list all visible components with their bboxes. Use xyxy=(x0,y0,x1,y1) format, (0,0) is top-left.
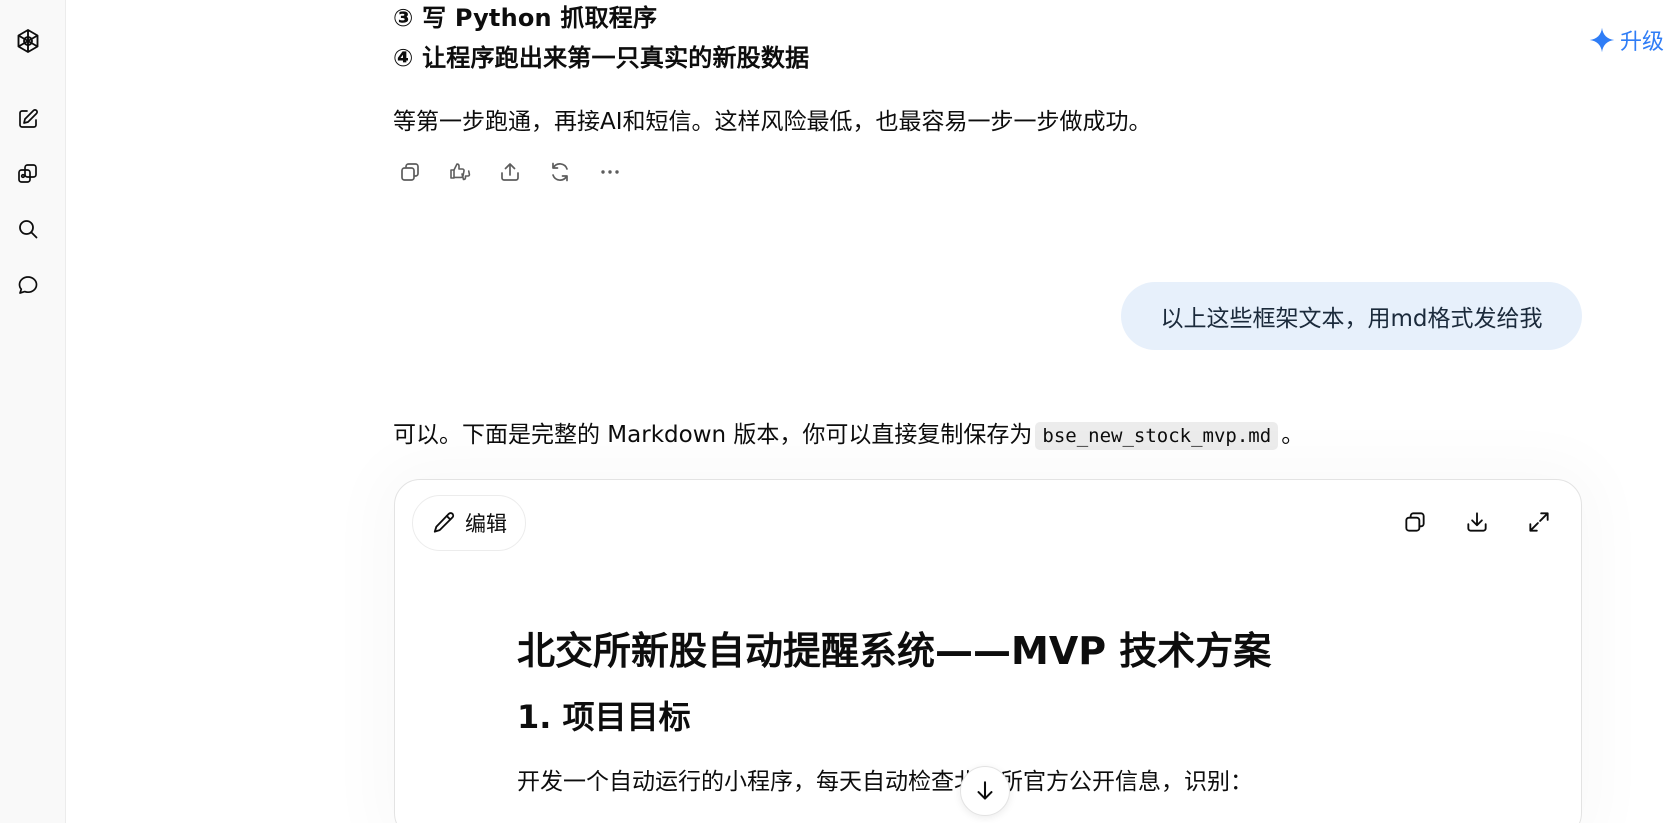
intro-text-before: 可以。下面是完整的 Markdown 版本，你可以直接复制保存为 xyxy=(393,422,1033,448)
search-icon[interactable] xyxy=(9,210,47,248)
share-icon[interactable] xyxy=(493,155,527,189)
intro-text-after: 。 xyxy=(1281,422,1305,448)
user-message-text: 以上这些框架文本，用md格式发给我 xyxy=(1160,306,1543,332)
edit-label: 编辑 xyxy=(465,512,507,536)
copy-icon[interactable] xyxy=(393,155,427,189)
thumbs-icon[interactable] xyxy=(443,155,477,189)
step-3-text: ③ 写 Python 抓取程序 xyxy=(393,4,658,32)
filename-code: bse_new_stock_mvp.md xyxy=(1035,422,1279,450)
section-paragraph: 开发一个自动运行的小程序，每天自动检查北交所官方公开信息，识别： xyxy=(517,769,1253,795)
canvas-toolbar xyxy=(1395,502,1559,542)
chat-bubble-icon[interactable] xyxy=(9,266,47,304)
user-message-bubble: 以上这些框架文本，用md格式发给我 xyxy=(1121,282,1582,350)
expand-icon[interactable] xyxy=(1519,502,1559,542)
openai-logo-icon[interactable] xyxy=(9,22,47,60)
assistant-closing-text: 等第一步跑通，再接AI和短信。这样风险最低，也最容易一步一步做成功。 xyxy=(393,109,1152,135)
sidebar-rail xyxy=(0,0,66,823)
pencil-icon xyxy=(433,512,455,533)
document-title: 北交所新股自动提醒系统——MVP 技术方案 xyxy=(517,629,1272,673)
scroll-down-button[interactable] xyxy=(960,766,1010,816)
new-chat-icon[interactable] xyxy=(9,100,47,138)
step-4-text: ④ 让程序跑出来第一只真实的新股数据 xyxy=(393,44,810,72)
library-icon[interactable] xyxy=(9,155,47,193)
chat-app: 升级 ③ 写 Python 抓取程序 ④ 让程序跑出来第一只真实的新股数据 等第… xyxy=(0,0,1667,823)
arrow-down-icon xyxy=(977,781,993,800)
regenerate-icon[interactable] xyxy=(543,155,577,189)
upgrade-label: 升级 xyxy=(1620,30,1665,55)
more-icon[interactable] xyxy=(593,155,627,189)
edit-button[interactable]: 编辑 xyxy=(412,495,526,551)
section-heading: 1. 项目目标 xyxy=(517,698,691,736)
upgrade-button[interactable]: 升级 xyxy=(1588,24,1664,56)
canvas-copy-icon[interactable] xyxy=(1395,502,1435,542)
sparkle-icon xyxy=(1589,27,1615,53)
download-icon[interactable] xyxy=(1457,502,1497,542)
assistant-intro-text: 可以。下面是完整的 Markdown 版本，你可以直接复制保存为 bse_new_… xyxy=(393,415,1305,450)
message-actions xyxy=(393,155,627,189)
